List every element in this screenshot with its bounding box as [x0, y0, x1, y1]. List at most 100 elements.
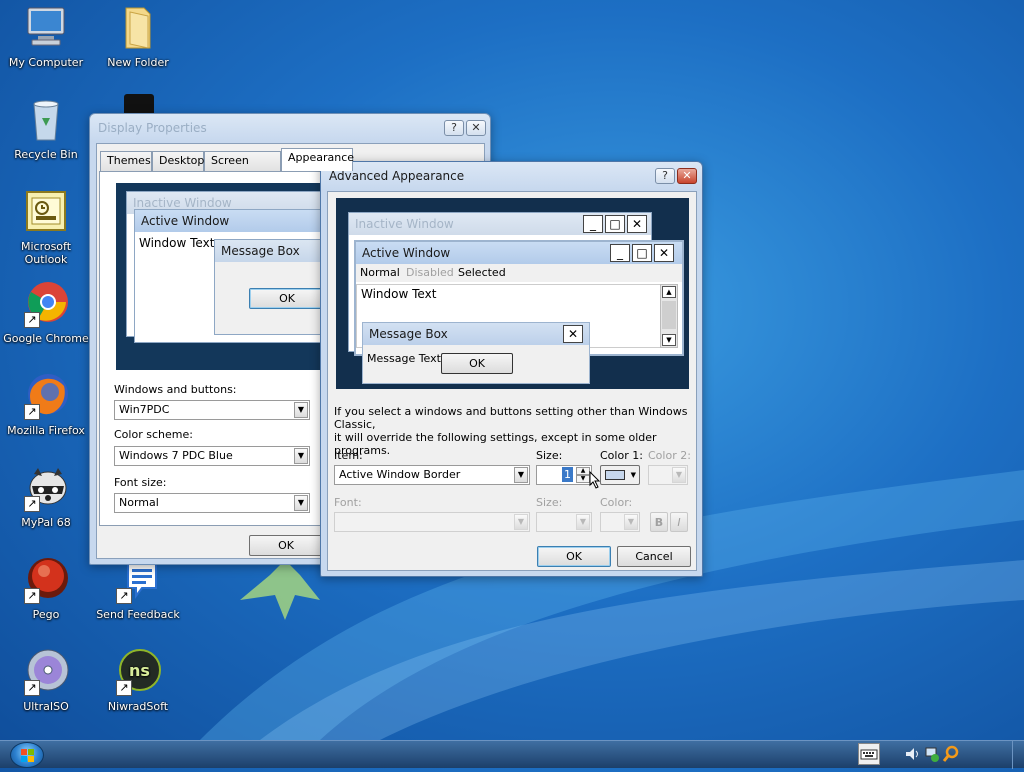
desktop-icon-my-computer[interactable]: My Computer: [0, 4, 92, 69]
computer-icon: [22, 4, 70, 52]
desktop-icon-send-feedback[interactable]: ↗ Send Feedback: [92, 556, 184, 621]
item-select[interactable]: Active Window Border ▼: [334, 465, 530, 485]
network-icon[interactable]: [924, 745, 940, 763]
color2-picker[interactable]: ▼: [648, 465, 688, 485]
tab-desktop[interactable]: Desktop: [152, 151, 204, 171]
font-size-select[interactable]: Normal ▼: [114, 493, 310, 513]
folder-icon: [114, 4, 162, 52]
desktop-icon-firefox[interactable]: ↗ Mozilla Firefox: [0, 372, 92, 437]
color1-picker[interactable]: ▼: [600, 465, 640, 485]
font-color-picker[interactable]: ▼: [600, 512, 640, 532]
window-title: Advanced Appearance: [329, 169, 465, 183]
maximize-icon: □: [605, 215, 625, 233]
firefox-icon: ↗: [22, 372, 70, 420]
close-icon: ✕: [627, 215, 647, 233]
windows-buttons-select[interactable]: Win7PDC ▼: [114, 400, 310, 420]
spin-up-icon[interactable]: ▲: [576, 467, 590, 475]
size-label: Size:: [536, 449, 563, 462]
preview-scrollbar: ▲ ▼: [660, 284, 678, 348]
preview-message-box: Message Box OK: [214, 239, 326, 335]
display-properties-titlebar[interactable]: Display Properties ? ✕: [90, 114, 490, 142]
advanced-appearance-titlebar[interactable]: Advanced Appearance ? ✕: [321, 162, 702, 190]
font-size-label: Size:: [536, 496, 563, 509]
pego-icon: ↗: [22, 556, 70, 604]
desktop-icon-chrome[interactable]: ↗ Google Chrome: [0, 280, 92, 345]
font-color-label: Color:: [600, 496, 633, 509]
svg-text:ns: ns: [129, 661, 150, 680]
tab-appearance[interactable]: Appearance: [281, 148, 354, 171]
volume-icon[interactable]: [904, 745, 922, 763]
color-scheme-label: Color scheme:: [114, 428, 193, 441]
cancel-button[interactable]: Cancel: [617, 546, 691, 567]
chevron-down-icon: ▼: [294, 402, 308, 418]
desktop-icon-mypal[interactable]: ↗ MyPal 68: [0, 464, 92, 529]
advanced-preview[interactable]: Inactive Window _ □ ✕ Active Window _ □ …: [336, 198, 689, 389]
spin-down-icon[interactable]: ▼: [576, 475, 590, 483]
chevron-down-icon: ▼: [294, 495, 308, 511]
shortcut-arrow-icon: ↗: [24, 404, 40, 420]
chevron-down-icon: ▼: [514, 467, 528, 483]
advanced-appearance-window: Advanced Appearance ? ✕ Inactive Window …: [320, 161, 703, 577]
keyboard-icon[interactable]: [858, 743, 880, 765]
window-title: Display Properties: [98, 121, 207, 135]
close-icon: ✕: [654, 244, 674, 262]
preview-ok-button: OK: [249, 288, 325, 309]
item-label: Item:: [334, 449, 363, 462]
tab-themes[interactable]: Themes: [100, 151, 152, 171]
maximize-icon: □: [632, 244, 652, 262]
mypal-icon: ↗: [22, 464, 70, 512]
desktop-icon-recycle-bin[interactable]: Recycle Bin: [0, 96, 92, 161]
chevron-down-icon: ▼: [294, 448, 308, 464]
show-desktop-button[interactable]: [1012, 741, 1024, 769]
size-spinner[interactable]: 1 ▲ ▼: [536, 465, 592, 485]
help-button[interactable]: ?: [444, 120, 464, 136]
ok-button[interactable]: OK: [249, 535, 323, 556]
desktop-icon-outlook[interactable]: Microsoft Outlook: [0, 188, 92, 266]
tab-screen-saver[interactable]: Screen Saver: [204, 151, 281, 185]
color-swatch: [605, 470, 625, 480]
shortcut-arrow-icon: ↗: [116, 588, 132, 604]
desktop-icon-pego[interactable]: ↗ Pego: [0, 556, 92, 621]
shortcut-arrow-icon: ↗: [24, 312, 40, 328]
shortcut-arrow-icon: ↗: [116, 680, 132, 696]
minimize-icon: _: [583, 215, 603, 233]
ok-button[interactable]: OK: [537, 546, 611, 567]
advanced-appearance-client: Inactive Window _ □ ✕ Active Window _ □ …: [327, 191, 697, 571]
chrome-icon: ↗: [22, 280, 70, 328]
shortcut-arrow-icon: ↗: [24, 680, 40, 696]
color-scheme-select[interactable]: Windows 7 PDC Blue ▼: [114, 446, 310, 466]
close-button[interactable]: ✕: [466, 120, 486, 136]
start-button[interactable]: [10, 742, 44, 768]
windows-buttons-label: Windows and buttons:: [114, 383, 237, 396]
font-size-select[interactable]: ▼: [536, 512, 592, 532]
close-button[interactable]: ✕: [677, 168, 697, 184]
recycle-bin-icon: [22, 96, 70, 144]
minimize-icon: _: [610, 244, 630, 262]
ultraiso-icon: ↗: [22, 648, 70, 696]
preview-ok-button: OK: [441, 353, 513, 374]
chevron-down-icon: ▼: [672, 467, 686, 483]
adv-preview-message-box: Message Box ✕ Message Text OK: [362, 322, 590, 384]
close-icon: ✕: [563, 325, 583, 343]
desktop-icon-ultraiso[interactable]: ↗ UltraISO: [0, 648, 92, 713]
chevron-down-icon: ▼: [624, 514, 638, 530]
hidden-desktop-icon: [124, 94, 154, 114]
font-select[interactable]: ▼: [334, 512, 530, 532]
chevron-down-icon: ▼: [576, 514, 590, 530]
desktop-icon-new-folder[interactable]: New Folder: [92, 4, 184, 69]
shortcut-arrow-icon: ↗: [24, 496, 40, 512]
scroll-down-icon: ▼: [662, 334, 676, 346]
niwradsoft-icon: ns ↗: [114, 648, 162, 696]
scroll-up-icon: ▲: [662, 286, 676, 298]
italic-button[interactable]: I: [670, 512, 688, 532]
shortcut-arrow-icon: ↗: [24, 588, 40, 604]
bold-button[interactable]: B: [650, 512, 668, 532]
font-size-label: Font size:: [114, 476, 167, 489]
color1-label: Color 1:: [600, 449, 643, 462]
help-button[interactable]: ?: [655, 168, 675, 184]
search-icon[interactable]: [942, 745, 960, 763]
scroll-thumb: [662, 301, 676, 329]
desktop-icon-niwradsoft[interactable]: ns ↗ NiwradSoft: [92, 648, 184, 713]
taskbar: [0, 740, 1024, 769]
font-label: Font:: [334, 496, 362, 509]
